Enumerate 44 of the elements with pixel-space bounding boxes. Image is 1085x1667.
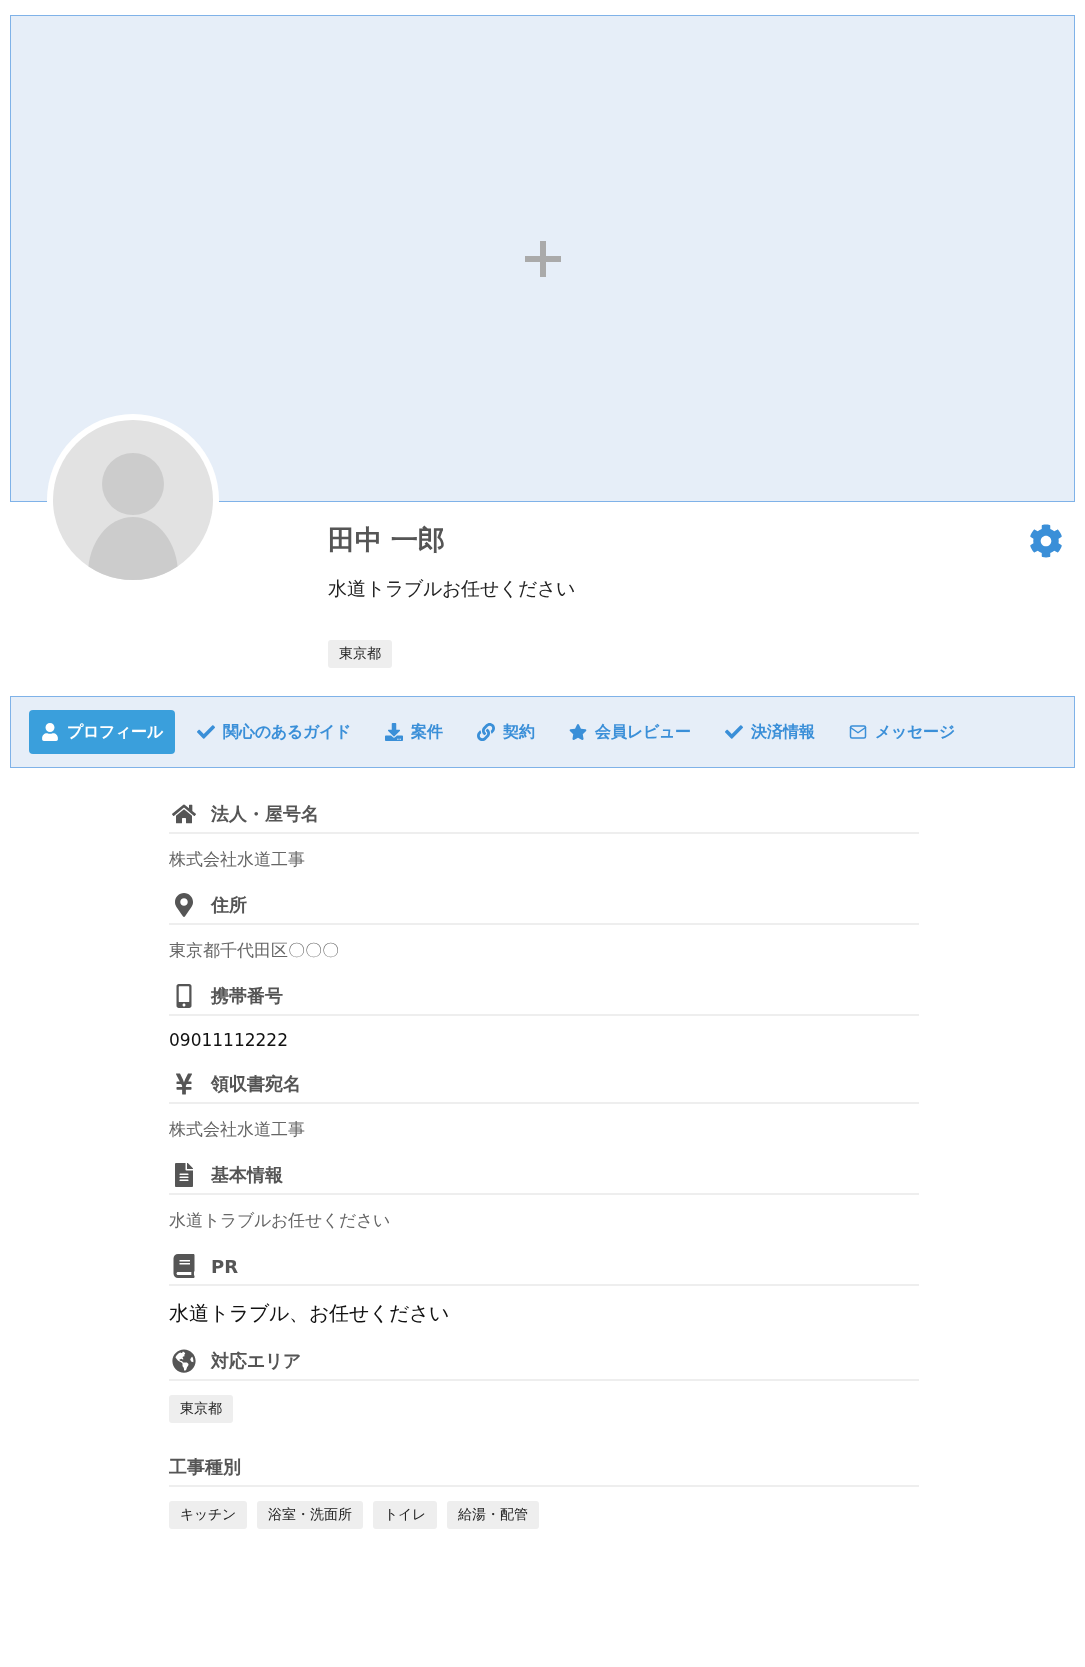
field-value: 09011112222 (169, 1029, 289, 1052)
tab[interactable]: 案件 (373, 710, 455, 754)
tag: トイレ (373, 1501, 437, 1529)
cover-image-area[interactable] (10, 15, 1075, 502)
star-icon (569, 723, 587, 741)
section-heading: 住所 (211, 893, 247, 917)
tag: 浴室・洗面所 (257, 1501, 363, 1529)
field-value: 水道トラブルお任せください (169, 1209, 391, 1232)
download-icon (385, 723, 403, 741)
book-icon (172, 1254, 196, 1278)
link-icon (477, 723, 495, 741)
check-icon (725, 723, 743, 741)
tag: 東京都 (169, 1395, 233, 1423)
tab[interactable]: メッセージ (837, 710, 967, 754)
section-heading: 基本情報 (211, 1163, 283, 1187)
tag: 給湯・配管 (447, 1501, 539, 1529)
settings-icon[interactable] (1029, 524, 1063, 558)
field-value: 株式会社水道工事 (169, 1118, 306, 1141)
section-heading: 対応エリア (211, 1349, 301, 1373)
tag: キッチン (169, 1501, 247, 1529)
map-pin-icon (172, 893, 196, 917)
tag: 東京都 (328, 640, 392, 668)
plus-icon (524, 240, 561, 277)
tab[interactable]: プロフィール (29, 710, 175, 754)
mail-icon (849, 723, 867, 741)
check-icon (197, 723, 215, 741)
section-heading: 法人・屋号名 (211, 802, 319, 826)
tab[interactable]: 契約 (465, 710, 547, 754)
section-heading: PR (211, 1255, 239, 1277)
document-icon (172, 1163, 196, 1187)
house-icon (172, 802, 196, 826)
section-heading: 工事種別 (169, 1455, 241, 1479)
tagline: 水道トラブルお任せください (328, 576, 576, 601)
globe-icon (172, 1349, 196, 1373)
field-value: 東京都千代田区〇〇〇 (169, 939, 340, 962)
user-icon (41, 723, 59, 741)
tab[interactable]: 会員レビュー (557, 710, 703, 754)
tab[interactable]: 決済情報 (713, 710, 827, 754)
tab[interactable]: 関心のあるガイド (185, 710, 363, 754)
user-name: 田中 一郎 (328, 523, 447, 557)
section-heading: 携帯番号 (211, 984, 283, 1008)
section-heading: 領収書宛名 (211, 1072, 301, 1096)
field-value: 水道トラブル、お任せください (169, 1300, 450, 1327)
field-value: 株式会社水道工事 (169, 848, 306, 871)
